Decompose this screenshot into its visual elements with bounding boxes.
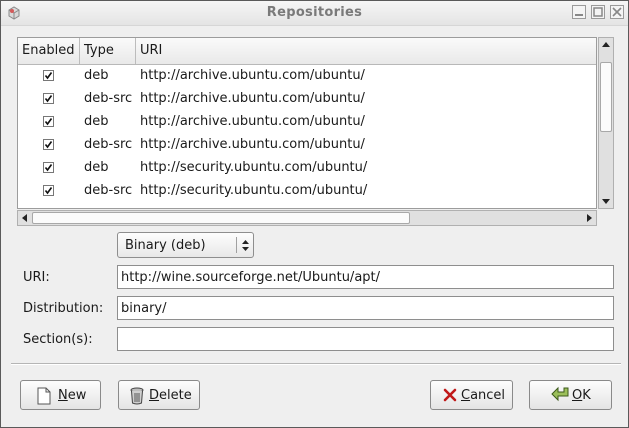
checkmark-icon xyxy=(44,187,53,195)
ok-button[interactable]: OK xyxy=(529,380,612,410)
delete-mnemonic: D xyxy=(149,388,160,403)
row-type: deb-src xyxy=(84,91,133,106)
delete-label: elete xyxy=(159,388,192,403)
table-row[interactable]: deb-src http://security.ubuntu.com/ubuntu… xyxy=(18,180,596,203)
row-uri: http://archive.ubuntu.com/ubuntu/ xyxy=(140,91,365,106)
new-button[interactable]: New xyxy=(20,380,101,410)
row-type: deb xyxy=(84,114,109,129)
vertical-scroll-thumb[interactable] xyxy=(600,62,612,132)
cancel-x-icon xyxy=(443,388,457,402)
enabled-checkbox[interactable] xyxy=(43,185,54,196)
minimize-button[interactable] xyxy=(572,5,586,19)
checkmark-icon xyxy=(44,141,53,149)
repositories-dialog: Repositories Enabled Type URI deb http://… xyxy=(0,0,629,428)
trash-icon xyxy=(130,387,144,405)
document-icon xyxy=(37,387,51,405)
column-header-uri[interactable]: URI xyxy=(136,38,596,64)
column-header-type[interactable]: Type xyxy=(80,38,136,64)
scroll-left-icon[interactable] xyxy=(20,213,30,223)
row-type: deb xyxy=(84,160,109,175)
table-row[interactable]: deb-src http://archive.ubuntu.com/ubuntu/ xyxy=(18,134,596,157)
combo-separator xyxy=(236,237,237,253)
minimize-icon xyxy=(575,14,583,16)
checkmark-icon xyxy=(44,164,53,172)
cancel-label: ancel xyxy=(470,388,506,403)
table-row[interactable]: deb http://security.ubuntu.com/ubuntu/ xyxy=(18,157,596,180)
sections-label: Section(s): xyxy=(23,332,93,347)
scroll-right-icon[interactable] xyxy=(584,213,594,223)
type-select[interactable]: Binary (deb) xyxy=(117,232,254,258)
row-uri: http://archive.ubuntu.com/ubuntu/ xyxy=(140,137,365,152)
maximize-button[interactable] xyxy=(591,5,605,19)
close-icon xyxy=(612,7,622,17)
row-type: deb-src xyxy=(84,183,133,198)
table-row[interactable]: deb http://archive.ubuntu.com/ubuntu/ xyxy=(18,65,596,88)
horizontal-scrollbar[interactable] xyxy=(17,210,597,226)
sections-field[interactable] xyxy=(117,327,614,351)
new-mnemonic: N xyxy=(58,388,68,403)
scroll-down-icon[interactable] xyxy=(601,196,611,206)
uri-field[interactable] xyxy=(117,265,614,289)
ok-mnemonic: O xyxy=(572,388,583,403)
cancel-mnemonic: C xyxy=(461,388,471,403)
enabled-checkbox[interactable] xyxy=(43,70,54,81)
scroll-up-icon[interactable] xyxy=(601,40,611,50)
table-row[interactable]: deb-src http://archive.ubuntu.com/ubuntu/ xyxy=(18,88,596,111)
delete-button[interactable]: Delete xyxy=(118,380,200,410)
row-type: deb xyxy=(84,68,109,83)
table-row[interactable]: deb http://archive.ubuntu.com/ubuntu/ xyxy=(18,111,596,134)
new-label: ew xyxy=(67,388,87,403)
row-uri: http://archive.ubuntu.com/ubuntu/ xyxy=(140,68,365,83)
uri-label: URI: xyxy=(23,270,50,285)
distribution-field[interactable] xyxy=(117,296,614,320)
chevron-up-down-icon xyxy=(242,240,249,251)
ok-arrow-icon xyxy=(551,386,569,402)
enabled-checkbox[interactable] xyxy=(43,139,54,150)
row-uri: http://security.ubuntu.com/ubuntu/ xyxy=(140,160,368,175)
vertical-scrollbar[interactable] xyxy=(598,37,614,209)
enabled-checkbox[interactable] xyxy=(43,116,54,127)
row-uri: http://security.ubuntu.com/ubuntu/ xyxy=(140,183,368,198)
checkmark-icon xyxy=(44,118,53,126)
close-button[interactable] xyxy=(610,5,624,19)
column-header-enabled[interactable]: Enabled xyxy=(18,38,80,64)
enabled-checkbox[interactable] xyxy=(43,162,54,173)
separator xyxy=(11,363,621,365)
list-header: Enabled Type URI xyxy=(18,38,596,65)
ok-label: K xyxy=(582,388,591,403)
checkmark-icon xyxy=(44,72,53,80)
cancel-button[interactable]: Cancel xyxy=(430,380,513,410)
repository-list[interactable]: Enabled Type URI deb http://archive.ubunt… xyxy=(17,37,597,209)
distribution-label: Distribution: xyxy=(23,301,104,316)
row-type: deb-src xyxy=(84,137,133,152)
row-uri: http://archive.ubuntu.com/ubuntu/ xyxy=(140,114,365,129)
maximize-icon xyxy=(593,7,603,17)
checkmark-icon xyxy=(44,95,53,103)
titlebar[interactable]: Repositories xyxy=(1,1,628,26)
enabled-checkbox[interactable] xyxy=(43,93,54,104)
type-select-value: Binary (deb) xyxy=(125,238,206,253)
horizontal-scroll-thumb[interactable] xyxy=(32,212,410,224)
window-title: Repositories xyxy=(266,5,363,20)
